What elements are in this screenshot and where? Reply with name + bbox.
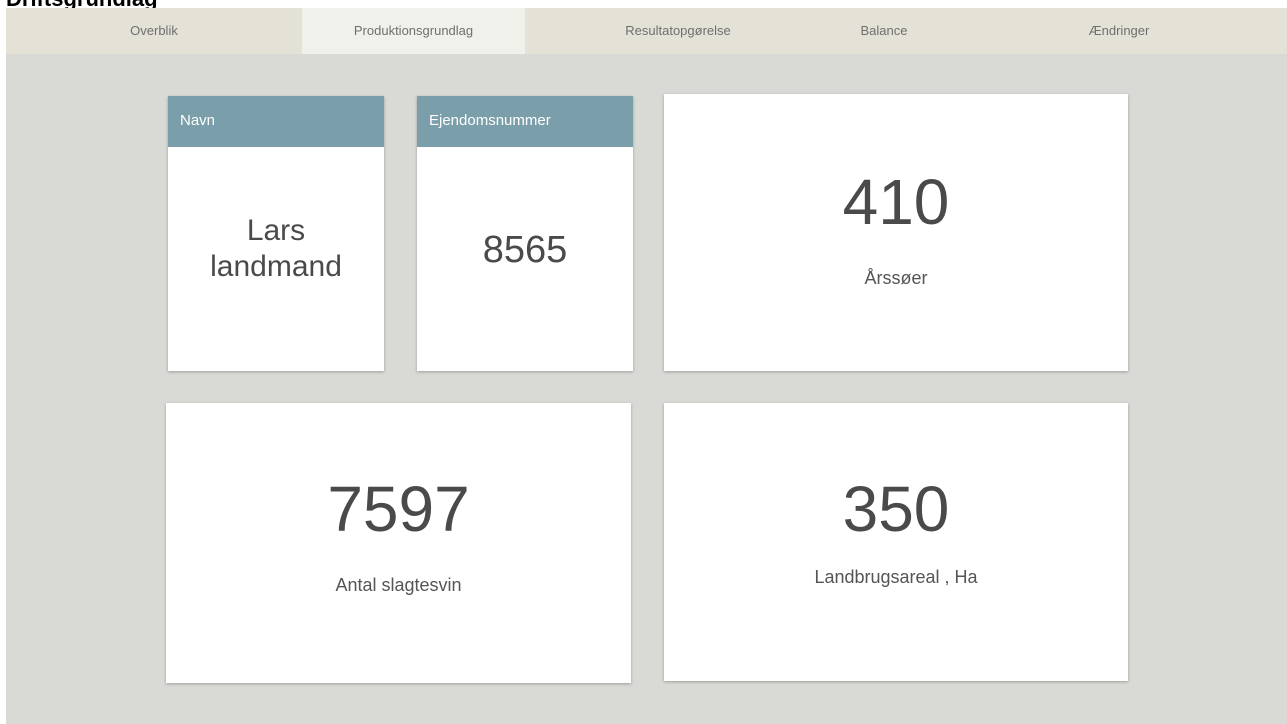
farmland-area-label: Landbrugsareal , Ha [814, 567, 978, 587]
page-header-cut: Driftsgrundlag [0, 0, 1287, 8]
property-number-card: Ejendomsnummer 8565 [417, 96, 633, 371]
farmland-area-value: 350 [842, 473, 950, 545]
name-first: Lars [246, 214, 306, 247]
name-last: landmand [210, 250, 342, 283]
property-number-value: 8565 [482, 229, 568, 271]
tab-aendringer[interactable]: Ændringer [1006, 8, 1232, 54]
name-card-header: Navn [168, 96, 384, 147]
sows-label: Årssøer [864, 268, 928, 288]
farmland-area-card: 350 Landbrugsareal , Ha [664, 403, 1128, 681]
sows-value: 410 [842, 166, 950, 238]
property-number-header: Ejendomsnummer [417, 96, 633, 147]
slaughter-pigs-label: Antal slagtesvin [335, 575, 462, 595]
tab-bar: Overblik Produktionsgrundlag Resultatopg… [6, 8, 1287, 54]
name-card: Navn Lars landmand [168, 96, 384, 371]
tab-overblik[interactable]: Overblik [6, 8, 302, 54]
slaughter-pigs-card: 7597 Antal slagtesvin [166, 403, 631, 683]
slaughter-pigs-value: 7597 [327, 473, 470, 545]
app-area: Overblik Produktionsgrundlag Resultatopg… [6, 8, 1287, 724]
tab-produktionsgrundlag[interactable]: Produktionsgrundlag [302, 8, 525, 54]
tab-balance[interactable]: Balance [781, 8, 987, 54]
screen: Driftsgrundlag Overblik Produktionsgrund… [0, 0, 1287, 724]
page-title: Driftsgrundlag [6, 0, 158, 8]
sows-card: 410 Årssøer [664, 94, 1128, 371]
